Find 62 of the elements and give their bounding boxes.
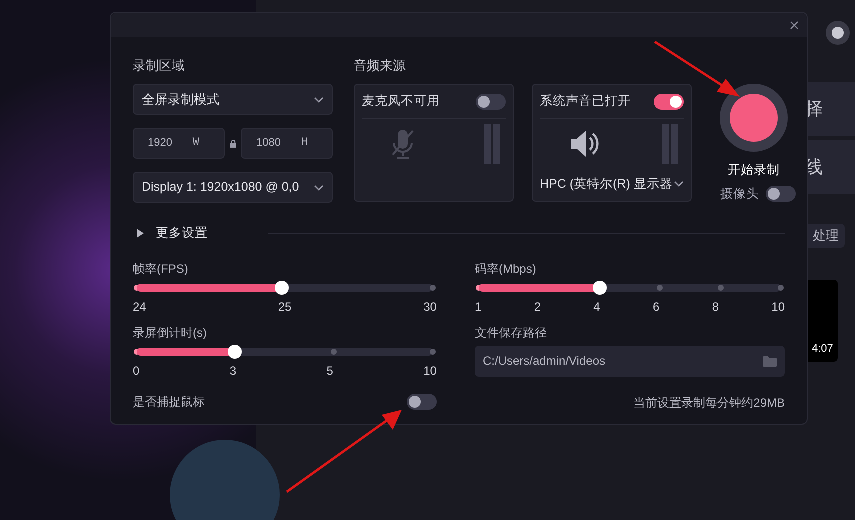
toggle-switch[interactable] [407,394,437,410]
field-label: 文件保存路径 [475,324,548,340]
slider-thumb[interactable] [228,344,242,358]
slider-thumb[interactable] [275,280,290,294]
dimension-field[interactable]: 1920 W [133,128,225,159]
tick-label: 30 [424,300,437,314]
dropdown-value: Display 1: 1920x1080 @ 0,0 [142,179,300,196]
field-value: 1920 [148,136,172,152]
muted-microphone-icon [390,127,416,161]
toggle-switch[interactable] [766,186,796,202]
device-dropdown[interactable]: HPC (英特尔(R) 显示器 [540,174,684,194]
field-value: 1080 [256,136,281,152]
more-settings-toggle[interactable]: 更多设置 [133,224,218,243]
slider-track[interactable] [479,284,781,292]
tick-label: 2 [534,300,542,314]
slider-label: 录屏倒计时(s) [133,324,208,340]
close-icon [790,20,798,30]
tick-label: 25 [278,300,292,314]
slider-label: 码率(Mbps) [475,260,538,276]
tick-label: 10 [772,300,785,314]
tick-label: 5 [326,364,334,378]
lock-icon [230,140,236,148]
mode-dropdown[interactable]: 全屏录制模式 [133,84,333,115]
save-path-field[interactable]: C:/Users/admin/Videos [475,346,785,376]
slider-track[interactable] [137,348,433,356]
section-label: 音频来源 [354,57,407,75]
caret-right-icon [137,229,144,238]
video-duration: 4:07 [812,342,834,357]
chevron-down-icon [674,181,684,187]
tick-label: 24 [133,300,146,314]
dimension-field[interactable]: 1080 H [241,128,333,159]
record-label: 开始录制 [728,162,780,179]
tick-label: 10 [424,364,437,378]
size-estimate-text: 当前设置录制每分钟约29MB [632,394,785,410]
slider-thumb[interactable] [592,280,607,294]
tick-label: 8 [712,300,719,314]
chat-icon [826,21,850,45]
toggle-switch[interactable] [476,94,506,110]
option-label: 是否捕捉鼠标 [133,394,205,410]
dropdown-value: 全屏录制模式 [142,90,220,109]
slider-label: 帧率(FPS) [133,260,190,276]
camera-label: 摄像头 [720,186,760,203]
dropdown-value: HPC (英特尔(R) 显示器 [540,176,673,193]
chevron-down-icon [314,96,324,102]
toggle-switch[interactable] [654,94,684,110]
section-label: 录制区域 [133,57,186,75]
tick-label: 1 [475,300,482,314]
tick-label: 6 [652,300,660,314]
chevron-down-icon [314,184,324,190]
display-dropdown[interactable]: Display 1: 1920x1080 @ 0,0 [133,172,333,203]
unit-label: H [301,136,308,152]
level-meter-drawing [484,124,500,164]
level-meter-drawing [662,124,678,164]
tick-label: 4 [594,300,600,314]
slider-track[interactable] [137,284,433,292]
source-label: 系统声音已打开 [540,93,631,110]
tick-label: 0 [133,364,140,378]
unit-label: W [192,136,200,152]
tick-label: 3 [230,364,237,378]
field-value: C:/Users/admin/Videos [483,353,606,370]
folder-icon [763,356,777,366]
source-label: 麦克风不可用 [362,93,440,110]
